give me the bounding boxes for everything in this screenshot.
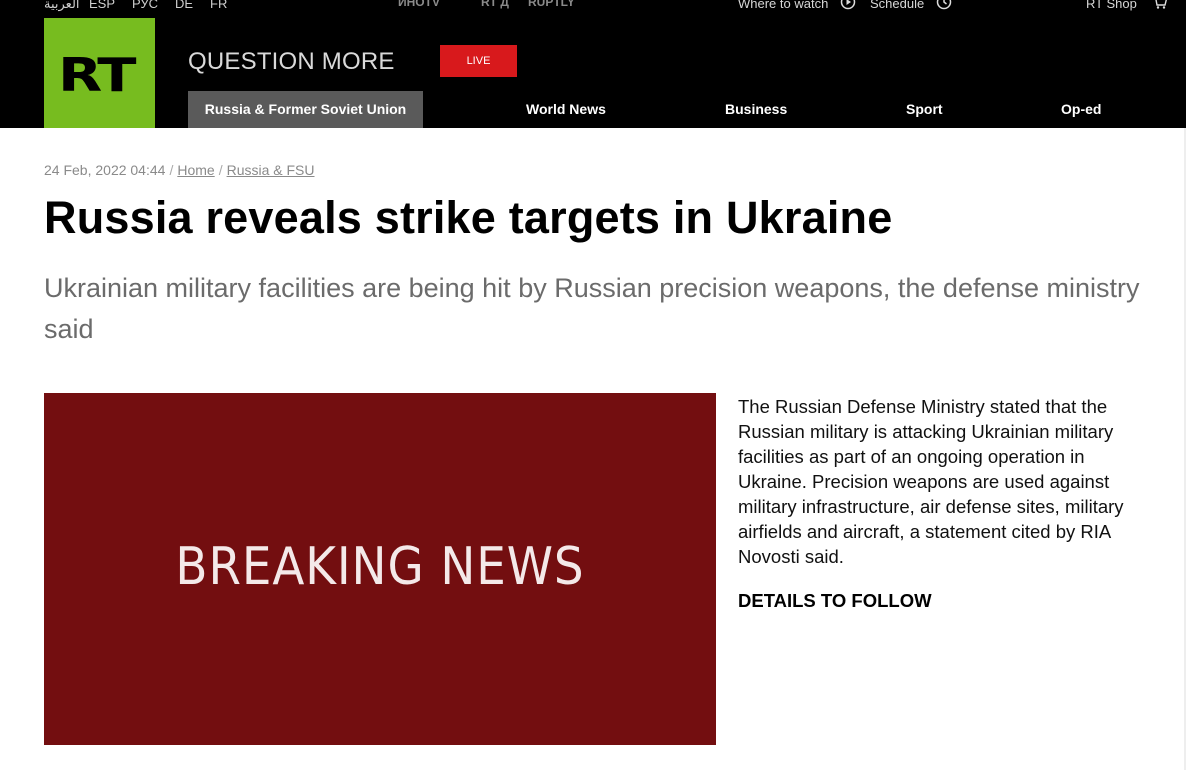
lang-arabic-link[interactable]: العربية bbox=[44, 0, 80, 12]
site-header: RT QUESTION MORE LIVE Russia & Former So… bbox=[0, 12, 1186, 128]
play-icon[interactable] bbox=[840, 0, 856, 10]
schedule-link[interactable]: Schedule bbox=[870, 0, 924, 11]
cart-icon[interactable] bbox=[1152, 0, 1168, 10]
clock-icon[interactable] bbox=[936, 0, 952, 10]
rtd-link[interactable]: RT Д bbox=[481, 0, 509, 9]
nav-sport[interactable]: Sport bbox=[906, 91, 943, 128]
breadcrumb: 24 Feb, 2022 04:44/Home / Russia & FSU bbox=[44, 162, 315, 178]
live-button[interactable]: LIVE bbox=[440, 45, 517, 77]
rt-logo[interactable]: RT bbox=[44, 18, 155, 128]
rt-logo-text: RT bbox=[58, 48, 136, 102]
breadcrumb-russia-fsu[interactable]: Russia & FSU bbox=[227, 162, 315, 178]
article-date: 24 Feb, 2022 04:44 bbox=[44, 162, 166, 178]
breaking-news-text: BREAKING NEWS bbox=[175, 537, 585, 597]
article-headline: Russia reveals strike targets in Ukraine bbox=[44, 192, 893, 243]
breaking-news-image: BREAKING NEWS bbox=[44, 393, 716, 745]
nav-business[interactable]: Business bbox=[725, 91, 787, 128]
slogan: QUESTION MORE bbox=[188, 48, 395, 75]
lang-rus-link[interactable]: РУС bbox=[132, 0, 158, 11]
nav-russia-fsu[interactable]: Russia & Former Soviet Union bbox=[188, 91, 423, 128]
details-to-follow: DETAILS TO FOLLOW bbox=[738, 590, 932, 611]
article-body: The Russian Defense Ministry stated that… bbox=[738, 396, 1124, 567]
where-to-watch-link[interactable]: Where to watch bbox=[738, 0, 828, 11]
nav-op-ed[interactable]: Op-ed bbox=[1061, 91, 1101, 128]
article-subheadline: Ukrainian military facilities are being … bbox=[44, 273, 1140, 344]
lang-esp-link[interactable]: ESP bbox=[89, 0, 115, 11]
lang-fr-link[interactable]: FR bbox=[210, 0, 227, 11]
lang-de-link[interactable]: DE bbox=[175, 0, 193, 11]
nav-world-news[interactable]: World News bbox=[526, 91, 606, 128]
rt-shop-link[interactable]: RT Shop bbox=[1086, 0, 1137, 11]
breadcrumb-home[interactable]: Home bbox=[177, 162, 214, 178]
top-utility-bar: العربية ESP РУС DE FR ИНОTV RT Д RUPTLY … bbox=[0, 0, 1186, 12]
inotv-link[interactable]: ИНОTV bbox=[398, 0, 440, 9]
ruptly-link[interactable]: RUPTLY bbox=[528, 0, 575, 9]
